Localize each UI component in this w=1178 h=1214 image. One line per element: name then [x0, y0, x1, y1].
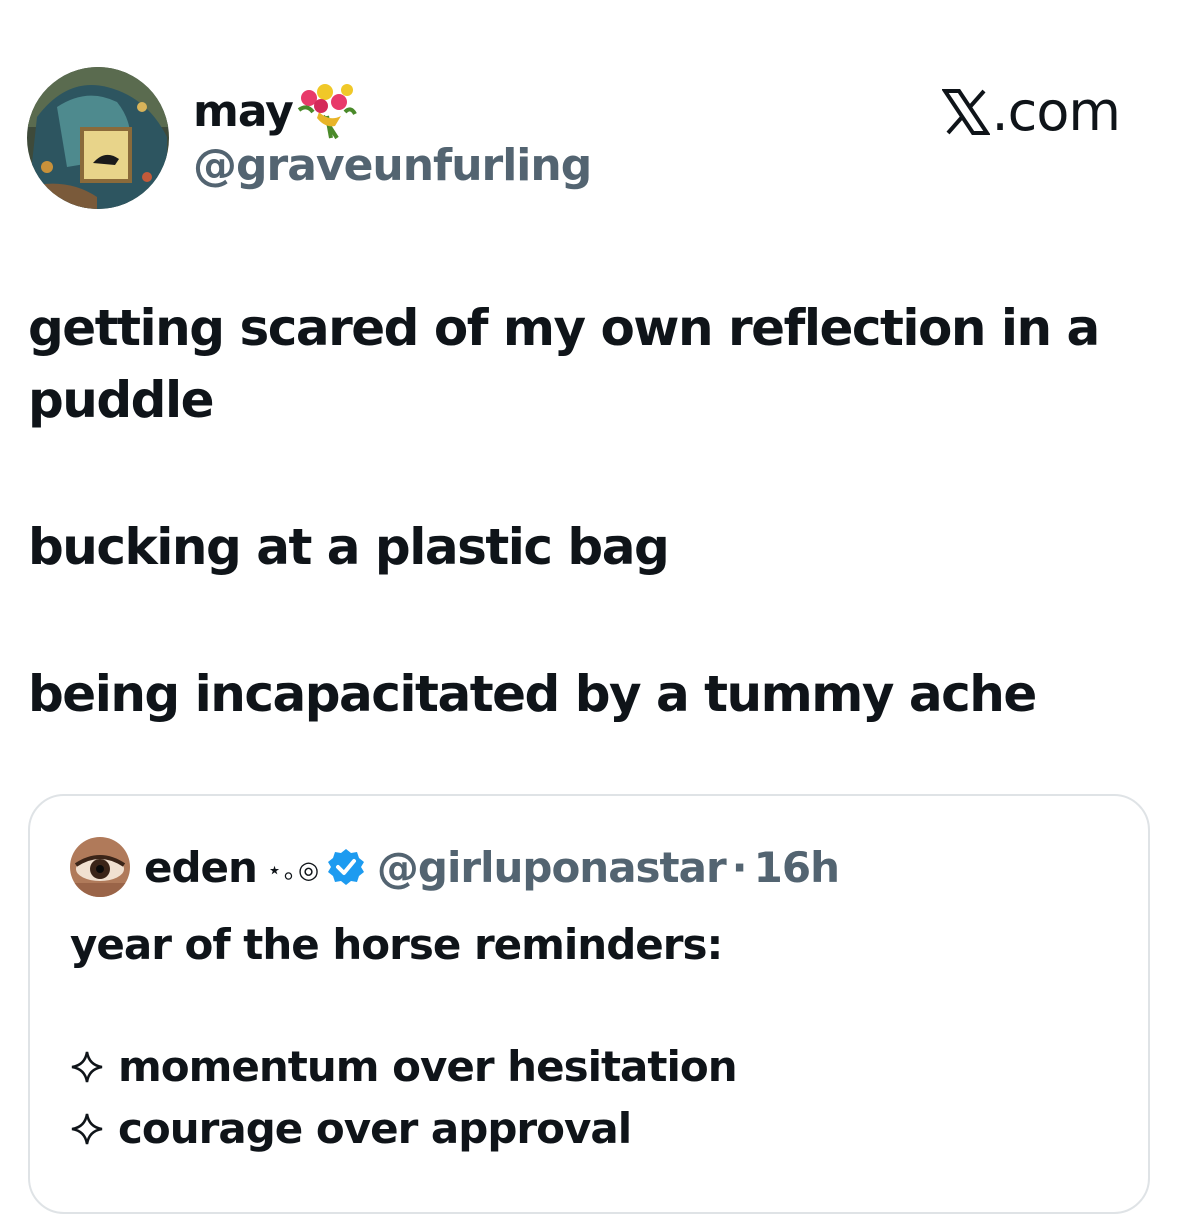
quoted-tweet-text: year of the horse reminders: momentum ov… [70, 914, 1130, 1160]
tweet-line: getting scared of my own reflection in a [28, 299, 1100, 357]
watermark-text: .com [991, 80, 1121, 143]
bouquet-emoji-icon [295, 82, 359, 140]
author-name-text: may [193, 85, 294, 137]
tweet-line: bucking at a plastic bag [28, 518, 670, 576]
quoted-timestamp[interactable]: 16h [754, 843, 840, 892]
quoted-author-name[interactable]: eden [144, 843, 258, 892]
name-decoration: ⋆｡◎ [266, 855, 321, 884]
quoted-tweet-header: eden ⋆｡◎ @girluponastar · 16h [70, 836, 840, 898]
author-avatar[interactable] [27, 67, 169, 209]
sparkle-icon [71, 1113, 103, 1145]
tweet-line: being incapacitated by a tummy ache [28, 665, 1037, 723]
verified-badge-icon [327, 849, 364, 885]
quoted-line-text: year of the horse reminders: [70, 920, 723, 969]
quoted-line: year of the horse reminders: [70, 914, 1130, 976]
quoted-line-text: courage over approval [118, 1104, 632, 1153]
x-logo-icon [941, 88, 990, 135]
quoted-line-text: momentum over hesitation [118, 1042, 738, 1091]
tweet-text: getting scared of my own reflection in a… [28, 292, 1138, 730]
quoted-list-item: courage over approval [70, 1098, 1130, 1160]
x-com-watermark: .com [941, 80, 1121, 143]
quoted-author-avatar[interactable] [70, 837, 130, 897]
sparkle-icon [71, 1051, 103, 1083]
separator-dot: · [731, 842, 748, 892]
author-display-name[interactable]: may [193, 82, 359, 140]
author-handle[interactable]: @graveunfurling [193, 140, 592, 191]
tweet-line: puddle [28, 371, 215, 429]
quoted-author-handle[interactable]: @girluponastar [377, 843, 727, 892]
quoted-list-item: momentum over hesitation [70, 1036, 1130, 1098]
quoted-tweet-card[interactable]: eden ⋆｡◎ @girluponastar · 16h year of th… [28, 794, 1150, 1214]
